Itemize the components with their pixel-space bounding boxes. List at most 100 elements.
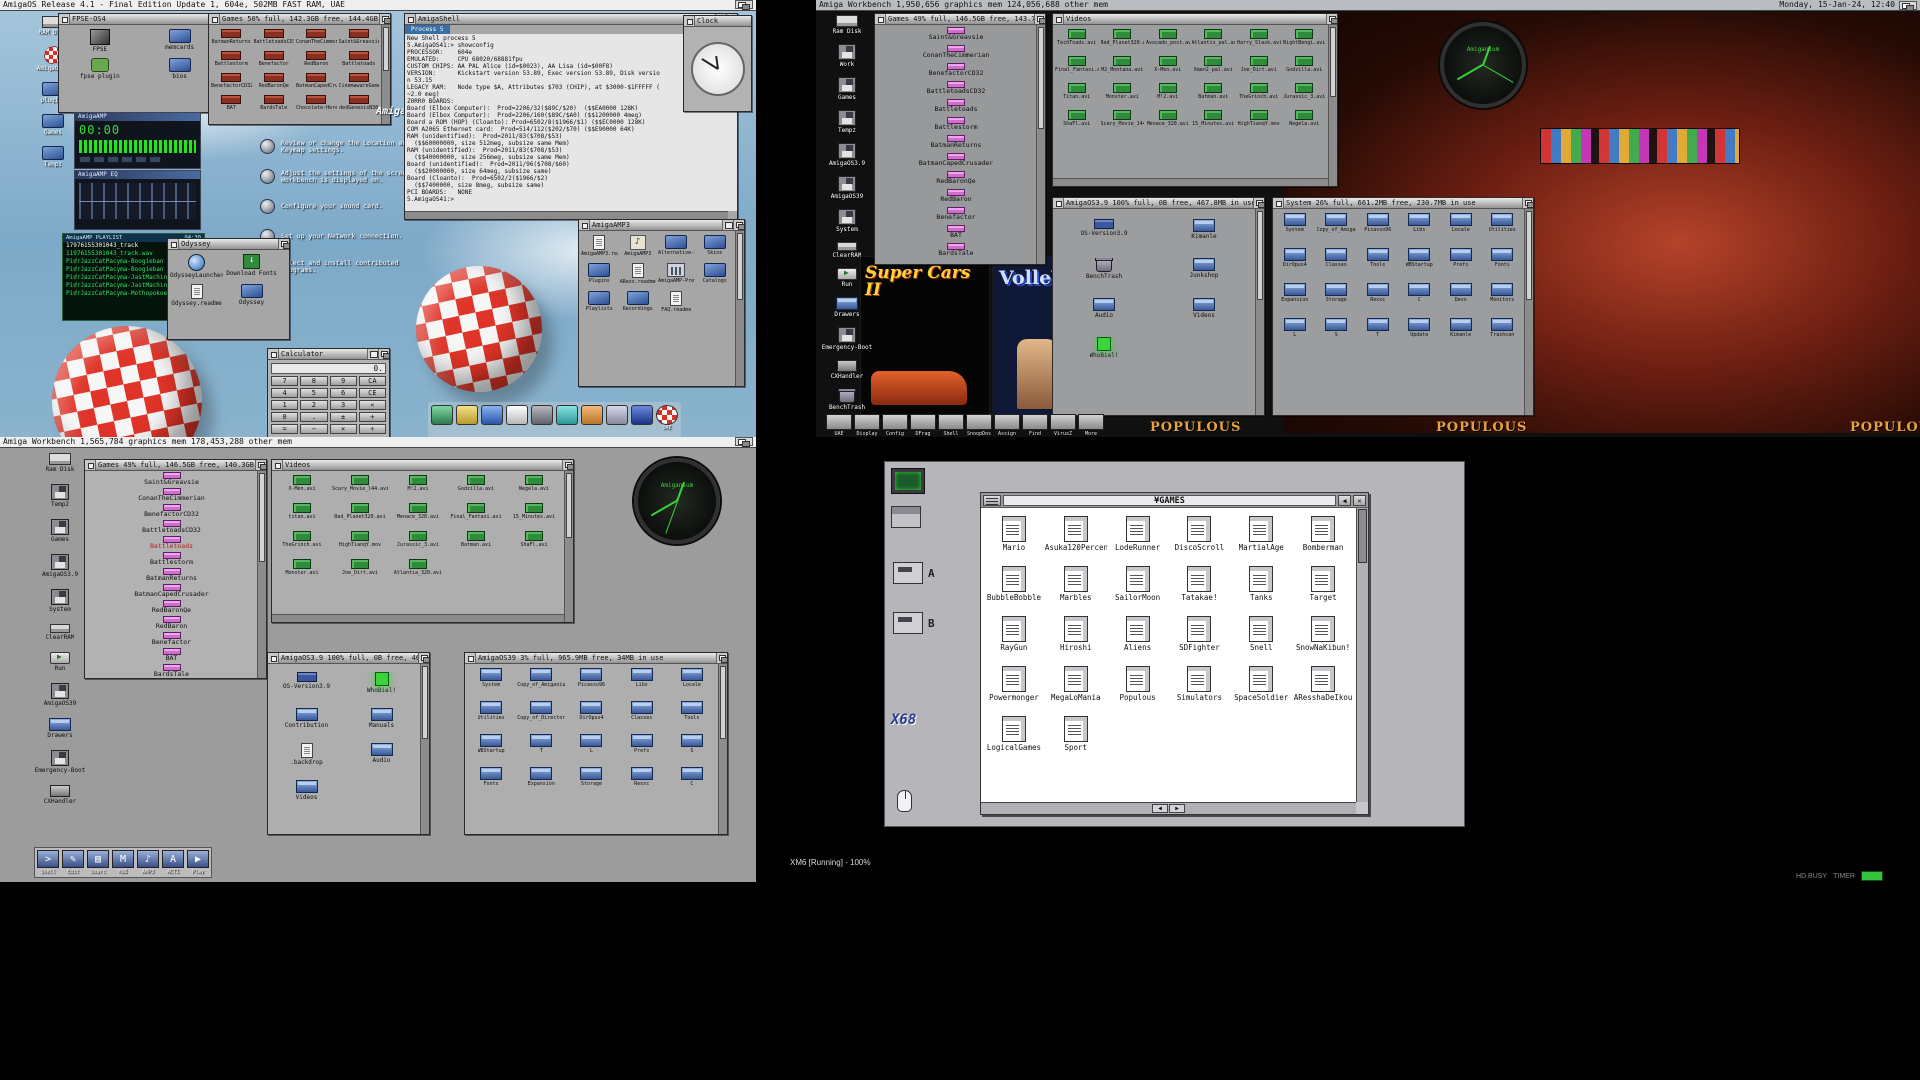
depth-gadget[interactable] bbox=[1253, 198, 1264, 208]
file-icon[interactable]: Manuals bbox=[345, 708, 418, 729]
videos-titlebar[interactable]: Videos bbox=[272, 460, 573, 471]
dock-item[interactable]: UAE bbox=[656, 405, 678, 431]
zoom-gadget[interactable] bbox=[367, 349, 378, 359]
drawer-icon-item[interactable]: DirOpus4 bbox=[1275, 248, 1315, 269]
file-icon[interactable]: Plugins bbox=[581, 263, 618, 286]
file-icon[interactable]: Odyssey bbox=[225, 284, 278, 307]
file-icon[interactable]: FPSE bbox=[61, 29, 139, 53]
file-icon[interactable]: Junkshop bbox=[1155, 258, 1253, 280]
games-titlebar[interactable]: Games 49% full, 146.5GB free, 143.7GB in… bbox=[875, 14, 1045, 25]
game-icon[interactable]: dedGenesisN30 bbox=[339, 95, 380, 112]
drawer-icon-item[interactable]: Storage bbox=[1317, 283, 1357, 304]
depth-gadget[interactable] bbox=[379, 14, 390, 24]
video-file-icon[interactable]: TechToads.avi bbox=[1055, 29, 1099, 47]
file-icon[interactable]: bios bbox=[141, 58, 219, 80]
file-icon[interactable]: Audio bbox=[1055, 298, 1153, 319]
calculator-key[interactable]: 5 bbox=[300, 388, 327, 398]
drawer-icon-item[interactable]: Storage bbox=[567, 767, 615, 788]
dock-item[interactable]: > Shell bbox=[37, 850, 59, 875]
drawer-icon-item[interactable]: Expansion bbox=[1275, 283, 1315, 304]
close-gadget[interactable] bbox=[1053, 198, 1064, 208]
volume-icon-item[interactable]: Drawers bbox=[820, 297, 874, 318]
window-menu-button[interactable] bbox=[983, 495, 1001, 506]
drawer-icon-item[interactable]: WBStartup bbox=[1400, 248, 1440, 269]
video-file-icon[interactable]: M!2.avi bbox=[1146, 83, 1190, 101]
video-file-icon[interactable]: 15_Minutes.avi bbox=[506, 503, 562, 521]
game-icon[interactable]: BenefactorCD32 bbox=[877, 63, 1035, 81]
program-file-icon[interactable]: LodeRunner bbox=[1107, 516, 1169, 552]
program-file-icon[interactable]: Bomberman bbox=[1292, 516, 1354, 552]
program-file-icon[interactable]: Sport bbox=[1045, 716, 1107, 752]
horizontal-scrollbar[interactable] bbox=[405, 211, 728, 219]
drawer-icon-item[interactable]: S bbox=[668, 734, 716, 755]
dock-item[interactable] bbox=[556, 405, 578, 426]
drawer-icon-item[interactable]: Tools bbox=[1358, 248, 1398, 269]
video-file-icon[interactable]: HighTianqY.mov bbox=[1237, 110, 1281, 128]
game-icon[interactable]: Saint&Greavsie bbox=[877, 27, 1035, 45]
program-file-icon[interactable]: Mario bbox=[983, 516, 1045, 552]
depth-gadget[interactable] bbox=[378, 349, 389, 359]
game-icon[interactable]: Benefactor bbox=[254, 51, 295, 68]
game-icon[interactable]: Battletoads bbox=[339, 51, 380, 68]
video-file-icon[interactable]: Batman.avi bbox=[448, 531, 504, 549]
control-panel-icon[interactable] bbox=[891, 506, 921, 528]
file-icon[interactable]: Download Fonts bbox=[225, 254, 278, 279]
calculator-key[interactable]: « bbox=[359, 400, 386, 410]
dock-item[interactable]: Config bbox=[882, 414, 908, 437]
calculator-key[interactable]: = bbox=[271, 424, 298, 434]
dock-item[interactable]: ✎ Edit bbox=[62, 850, 84, 875]
volume-icon-item[interactable]: AmigaOS3.9 bbox=[820, 143, 874, 167]
volume-icon-item[interactable]: AmigaOS39 bbox=[820, 176, 874, 200]
close-gadget[interactable] bbox=[268, 653, 279, 663]
game-icon[interactable]: BAT bbox=[87, 648, 256, 664]
file-icon[interactable]: Skins bbox=[697, 235, 734, 258]
game-icon[interactable]: Benefactor bbox=[877, 207, 1035, 225]
dock-item[interactable]: ♪ AMP3 bbox=[137, 850, 159, 875]
video-file-icon[interactable]: Menace_320.avi bbox=[1146, 110, 1190, 128]
game-icon[interactable]: BardsTale bbox=[254, 95, 295, 112]
dock-item[interactable]: VirusZ bbox=[1050, 414, 1076, 437]
dock-item[interactable]: A ACTI bbox=[162, 850, 184, 875]
system-titlebar[interactable]: System 26% full, 661.2MB free, 230.7MB i… bbox=[1273, 198, 1533, 209]
game-icon[interactable]: BatmanCapedCrusader bbox=[87, 584, 256, 600]
drawer-icon-item[interactable]: Classes bbox=[618, 701, 666, 722]
drawer-icon-item[interactable]: Rexxc bbox=[1358, 283, 1398, 304]
games-titlebar[interactable]: Games 50% full, 142.3GB free, 144.4GB in… bbox=[209, 14, 390, 25]
game-icon[interactable]: BenefactorCD32 bbox=[87, 504, 256, 520]
file-icon[interactable]: ARexx.readme bbox=[620, 263, 657, 286]
screen-depth-gadget[interactable] bbox=[735, 0, 753, 9]
calculator-key[interactable]: + bbox=[359, 412, 386, 422]
drawer-icon-item[interactable]: Locale bbox=[1441, 213, 1481, 234]
program-file-icon[interactable]: SDFighter bbox=[1168, 616, 1230, 652]
game-icon[interactable]: Saint&Greavsie bbox=[87, 472, 256, 488]
close-gadget[interactable] bbox=[168, 239, 179, 249]
video-file-icon[interactable]: Jurassic_3.avi bbox=[390, 531, 446, 549]
volume-icon-item[interactable]: Temp2 bbox=[28, 484, 92, 508]
video-file-icon[interactable]: Atlantia_320.avi bbox=[390, 559, 446, 577]
video-file-icon[interactable]: TheGrinch.avi bbox=[274, 531, 330, 549]
volume-icon-item[interactable]: Run bbox=[28, 652, 92, 672]
video-file-icon[interactable]: Godzilla.avi bbox=[448, 475, 504, 493]
volume-icon-item[interactable]: ClearRAM bbox=[28, 624, 92, 641]
file-icon[interactable]: AmigaAMP3.readme bbox=[581, 235, 618, 258]
drawer-icon-item[interactable]: Rexxc bbox=[618, 767, 666, 788]
scroll-left-arrow[interactable]: ◀ bbox=[1152, 804, 1168, 813]
drawer-icon-item[interactable]: DirOpus4 bbox=[567, 701, 615, 722]
os39-titlebar[interactable]: AmigaOS3.9 100% full, 0B free, 467.8MB i… bbox=[1053, 198, 1264, 209]
game-icon[interactable]: BattletoadsCD32 bbox=[254, 29, 295, 46]
volume-icon-item[interactable]: Games bbox=[28, 519, 92, 543]
volume-icon-item[interactable]: CXHandler bbox=[28, 785, 92, 805]
file-icon[interactable]: Catalogs bbox=[697, 263, 734, 286]
game-icon[interactable]: RedBaron bbox=[296, 51, 337, 68]
drawer-icon-item[interactable]: Utilities bbox=[467, 701, 515, 722]
dock-item[interactable] bbox=[431, 405, 453, 426]
close-gadget[interactable] bbox=[684, 16, 695, 26]
program-file-icon[interactable]: Powermonger bbox=[983, 666, 1045, 702]
volume-icon-item[interactable]: System bbox=[28, 589, 92, 613]
drawer-icon-item[interactable]: Update bbox=[1400, 318, 1440, 339]
dock-item[interactable]: SnoopDos bbox=[966, 414, 992, 437]
program-file-icon[interactable]: Populous bbox=[1107, 666, 1169, 702]
game-icon[interactable]: BardsTale bbox=[877, 243, 1035, 261]
drawer-icon-item[interactable]: Libs bbox=[618, 668, 666, 689]
volume-icon-item[interactable]: Work bbox=[820, 44, 874, 68]
